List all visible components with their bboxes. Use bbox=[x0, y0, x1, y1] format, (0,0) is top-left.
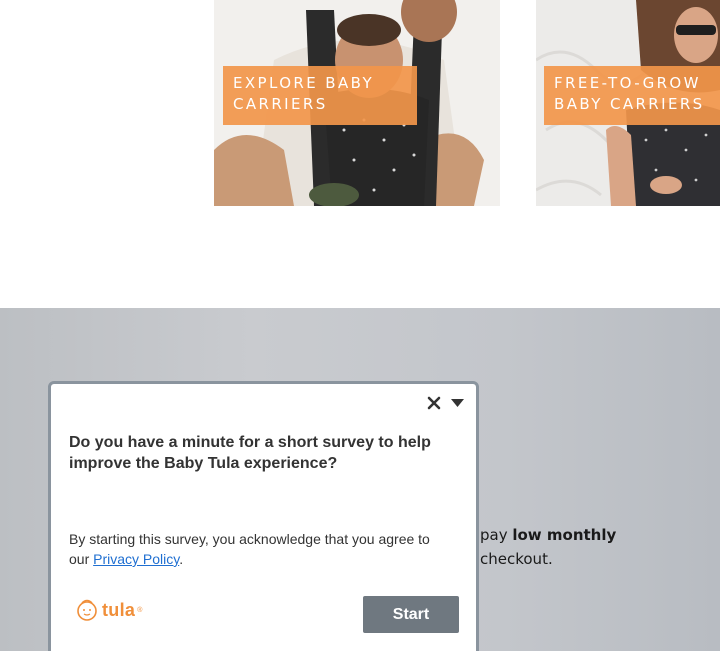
promo-text-prefix: pay bbox=[480, 526, 513, 544]
survey-dialog: Do you have a minute for a short survey … bbox=[48, 381, 479, 651]
close-icon[interactable] bbox=[427, 396, 441, 410]
tula-wordmark: tula bbox=[102, 599, 136, 620]
product-tile-free-to-grow[interactable]: FREE-TO-GROW BABY CARRIERS bbox=[536, 0, 720, 206]
product-tile-explore-carriers[interactable]: EXPLORE BABY CARRIERS bbox=[214, 0, 500, 206]
tile-label-line-2: CARRIERS bbox=[233, 95, 328, 113]
survey-controls bbox=[427, 396, 464, 410]
tile-label-free-to-grow[interactable]: FREE-TO-GROW BABY CARRIERS bbox=[544, 66, 720, 125]
promo-text-bold: low monthly bbox=[512, 526, 617, 544]
consent-end: . bbox=[179, 551, 184, 567]
survey-consent-text: By starting this survey, you acknowledge… bbox=[69, 529, 449, 569]
tile-label-explore-carriers[interactable]: EXPLORE BABY CARRIERS bbox=[223, 66, 417, 125]
start-survey-button[interactable]: Start bbox=[363, 596, 459, 633]
promo-text-line-2: checkout. bbox=[480, 550, 553, 568]
survey-question: Do you have a minute for a short survey … bbox=[69, 434, 431, 472]
tula-baby-logo-icon bbox=[77, 599, 97, 621]
tile-label-line-1: EXPLORE BABY bbox=[233, 74, 375, 92]
privacy-policy-link[interactable]: Privacy Policy bbox=[93, 551, 179, 567]
tile-label-line-2: BABY CARRIERS bbox=[554, 95, 705, 113]
registered-mark: ® bbox=[137, 606, 143, 614]
caret-down-icon[interactable] bbox=[451, 399, 464, 407]
promo-text-line-1: pay low monthly bbox=[480, 526, 616, 544]
tile-label-line-1: FREE-TO-GROW bbox=[554, 74, 701, 92]
tula-logo: tula ® bbox=[74, 598, 142, 622]
